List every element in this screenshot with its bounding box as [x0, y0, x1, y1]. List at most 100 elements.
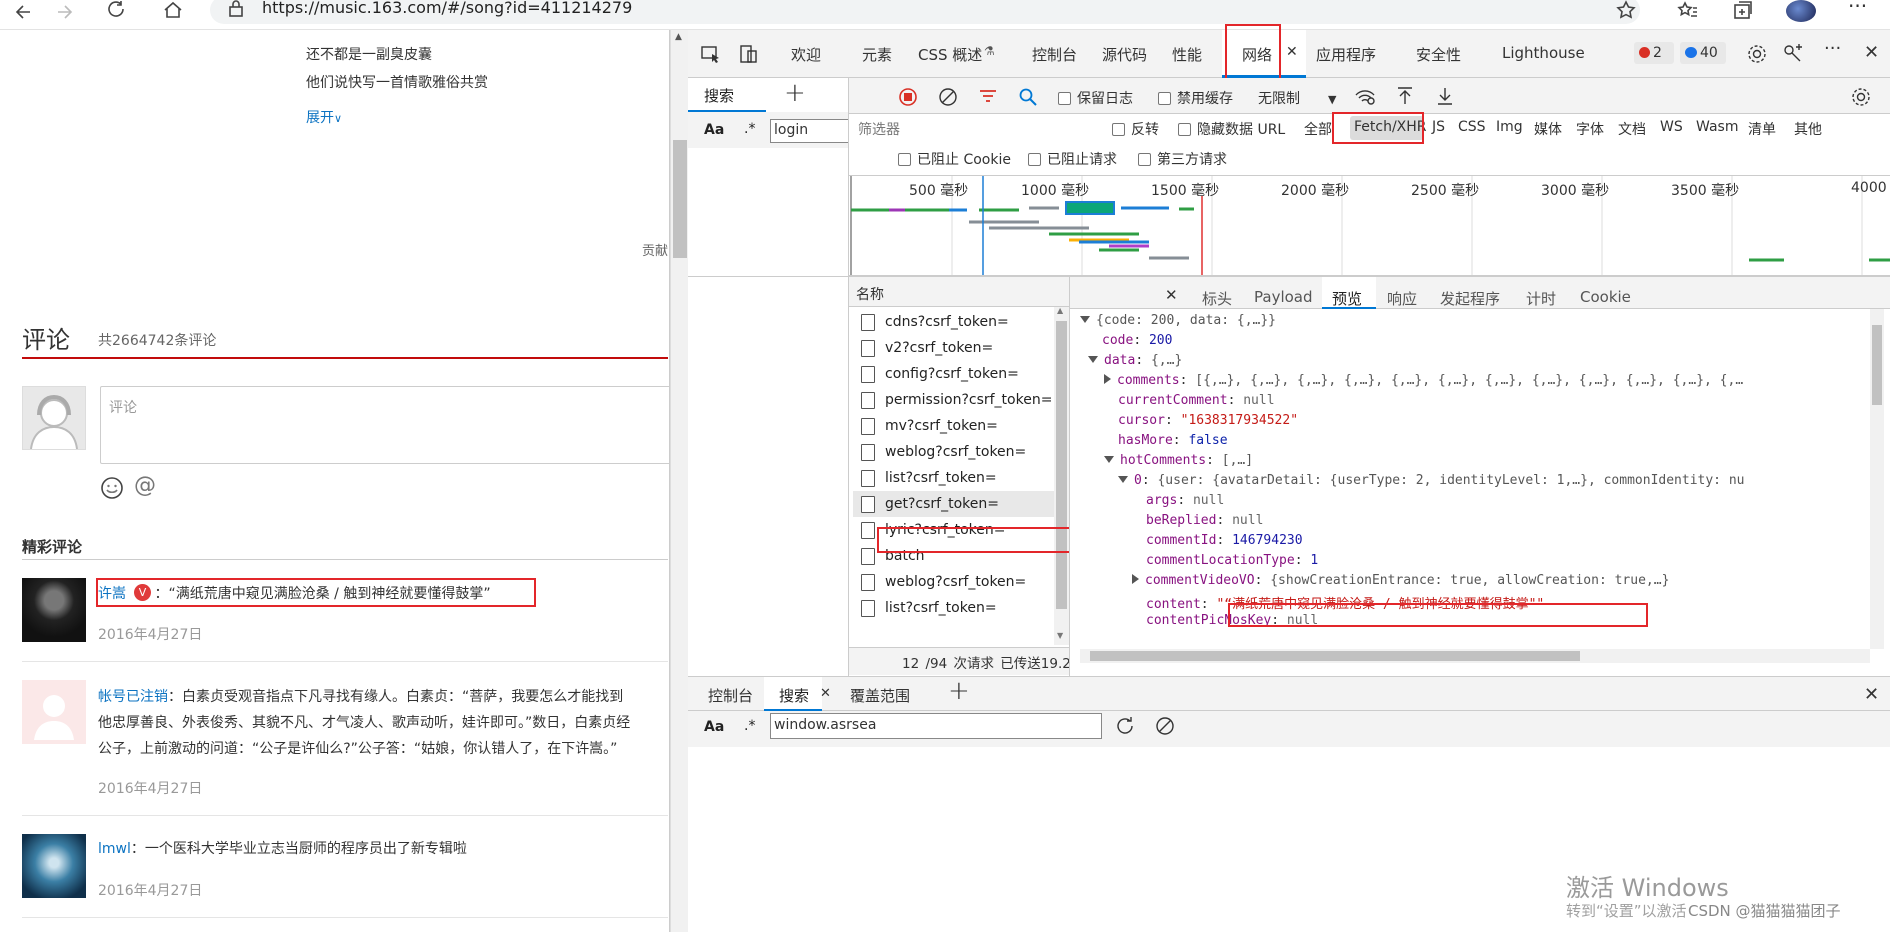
comment-user[interactable]: lmwl: [98, 841, 131, 857]
tab-headers[interactable]: 标头: [1202, 288, 1232, 309]
tree-node[interactable]: commentVideoVO: {showCreationEntrance: t…: [1132, 573, 1669, 588]
close-tab-icon[interactable]: ✕: [1286, 44, 1298, 60]
user-avatar[interactable]: [22, 578, 86, 642]
tab-security[interactable]: 安全性: [1416, 44, 1461, 65]
message-count-badge[interactable]: 40: [1680, 42, 1726, 64]
search-input[interactable]: login: [770, 119, 850, 143]
request-row-selected[interactable]: get?csrf_token=: [853, 491, 1058, 517]
tree-node[interactable]: 0: {user: {avatarDetail: {userType: 2, i…: [1118, 473, 1744, 488]
tab-initiator[interactable]: 发起程序: [1440, 288, 1500, 309]
preview-hscrollbar[interactable]: [1080, 649, 1870, 663]
expand-link[interactable]: 展开∨: [306, 107, 342, 127]
tab-elements[interactable]: 元素: [862, 44, 892, 65]
filter-ws[interactable]: WS: [1660, 119, 1683, 135]
lock-icon[interactable]: [228, 0, 244, 18]
close-drawer-icon[interactable]: ✕: [1864, 684, 1879, 705]
more-menu-icon[interactable]: ···: [1848, 0, 1867, 18]
add-drawer-tab-icon[interactable]: +: [948, 676, 970, 706]
filter-all[interactable]: 全部: [1304, 119, 1332, 139]
request-row[interactable]: cdns?csrf_token=: [853, 309, 1069, 335]
request-row[interactable]: weblog?csrf_token=: [853, 569, 1069, 595]
blocked-requests-checkbox[interactable]: 已阻止请求: [1028, 149, 1117, 169]
tab-welcome[interactable]: 欢迎: [791, 44, 821, 65]
close-devtools-icon[interactable]: ✕: [1864, 42, 1879, 63]
filter-media[interactable]: 媒体: [1534, 119, 1562, 139]
favorites-icon[interactable]: [1676, 0, 1698, 20]
refresh-icon[interactable]: [106, 0, 128, 20]
forward-icon[interactable]: [54, 2, 74, 22]
tab-timing[interactable]: 计时: [1526, 288, 1556, 309]
filter-wasm[interactable]: Wasm: [1696, 119, 1738, 135]
tab-performance[interactable]: 性能: [1172, 44, 1202, 65]
tree-root[interactable]: {code: 200, data: {,…}}: [1080, 313, 1276, 328]
more-options-icon[interactable]: ···: [1824, 38, 1841, 59]
collections-icon[interactable]: [1732, 0, 1754, 20]
overview-timeline[interactable]: 500 毫秒 1000 毫秒 1500 毫秒 2000 毫秒 2500 毫秒 3…: [849, 176, 1890, 276]
request-row[interactable]: mv?csrf_token=: [853, 413, 1069, 439]
filter-icon[interactable]: [978, 88, 998, 106]
blocked-cookies-checkbox[interactable]: 已阻止 Cookie: [898, 149, 1011, 169]
hide-data-url-checkbox[interactable]: 隐藏数据 URL: [1178, 119, 1285, 139]
export-har-icon[interactable]: [1436, 86, 1454, 106]
inspect-icon[interactable]: [700, 44, 722, 64]
request-row[interactable]: permission?csrf_token=: [853, 387, 1069, 413]
name-column-header[interactable]: 名称: [856, 284, 884, 304]
tab-application[interactable]: 应用程序: [1316, 44, 1376, 65]
match-case-button[interactable]: Aa: [704, 122, 724, 138]
close-drawer-tab-icon[interactable]: ✕: [820, 686, 831, 701]
regex-button[interactable]: .*: [744, 718, 755, 734]
new-search-icon[interactable]: +: [784, 78, 806, 108]
home-icon[interactable]: [162, 0, 184, 20]
tab-lighthouse[interactable]: Lighthouse: [1502, 44, 1585, 62]
clear-search-icon[interactable]: [1154, 715, 1176, 737]
filter-js[interactable]: JS: [1432, 119, 1445, 135]
tab-payload[interactable]: Payload: [1254, 288, 1313, 306]
request-row[interactable]: config?csrf_token=: [853, 361, 1069, 387]
filter-manifest[interactable]: 清单: [1748, 119, 1776, 139]
url-text[interactable]: https://music.163.com/#/song?id=41121427…: [262, 0, 632, 17]
tree-node[interactable]: hotComments: [,…]: [1104, 453, 1253, 468]
drawer-tab-console[interactable]: 控制台: [708, 685, 753, 706]
tab-response[interactable]: 响应: [1387, 288, 1417, 309]
request-list[interactable]: cdns?csrf_token= v2?csrf_token= config?c…: [849, 307, 1069, 647]
search-icon[interactable]: [1018, 87, 1038, 107]
throttle-select[interactable]: 无限制 ▼: [1258, 88, 1336, 108]
user-avatar[interactable]: [22, 834, 86, 898]
back-icon[interactable]: [14, 2, 34, 22]
match-case-button[interactable]: Aa: [704, 719, 724, 735]
close-detail-icon[interactable]: ✕: [1165, 286, 1178, 304]
request-row[interactable]: weblog?csrf_token=: [853, 439, 1069, 465]
request-row[interactable]: list?csrf_token=: [853, 595, 1069, 621]
comment-user[interactable]: 帐号已注销: [98, 689, 168, 705]
network-conditions-icon[interactable]: [1354, 87, 1376, 107]
regex-button[interactable]: .*: [744, 121, 755, 137]
scrollbar-thumb[interactable]: [1056, 321, 1067, 609]
user-avatar[interactable]: [22, 680, 86, 744]
record-stop-icon[interactable]: [898, 87, 918, 107]
tree-node[interactable]: comments: [{,…}, {,…}, {,…}, {,…}, {,…},…: [1104, 373, 1743, 388]
filter-css[interactable]: CSS: [1458, 119, 1486, 135]
tab-sources[interactable]: 源代码: [1102, 44, 1147, 65]
filter-input[interactable]: 筛选器: [858, 119, 900, 139]
filter-img[interactable]: Img: [1496, 119, 1523, 135]
tab-console[interactable]: 控制台: [1032, 44, 1077, 65]
mention-icon[interactable]: @: [134, 473, 156, 498]
refresh-search-icon[interactable]: [1114, 715, 1136, 737]
search-panel-title[interactable]: 搜索: [704, 85, 734, 106]
preview-vscrollbar[interactable]: [1870, 309, 1884, 649]
page-scrollbar[interactable]: ▲: [670, 30, 688, 932]
tab-preview[interactable]: 预览: [1332, 288, 1362, 309]
invert-checkbox[interactable]: 反转: [1112, 119, 1159, 139]
filter-other[interactable]: 其他: [1794, 119, 1822, 139]
scrollbar-thumb[interactable]: [673, 140, 687, 258]
error-count-badge[interactable]: 2: [1634, 42, 1674, 64]
device-toolbar-icon[interactable]: [738, 44, 760, 64]
emoji-icon[interactable]: [100, 476, 124, 500]
profile-avatar[interactable]: [1786, 0, 1816, 22]
filter-doc[interactable]: 文档: [1618, 119, 1646, 139]
preserve-log-checkbox[interactable]: 保留日志: [1058, 88, 1133, 108]
disable-cache-checkbox[interactable]: 禁用缓存: [1158, 88, 1233, 108]
tree-node[interactable]: data: {,…}: [1088, 353, 1182, 368]
import-har-icon[interactable]: [1396, 86, 1414, 106]
clear-icon[interactable]: [938, 87, 958, 107]
